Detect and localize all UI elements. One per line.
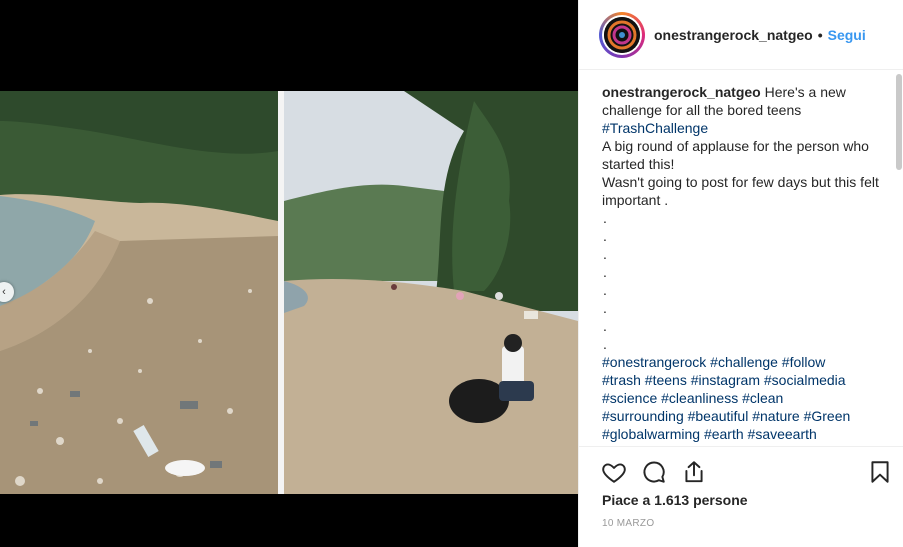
caption-dot: . xyxy=(603,264,607,280)
post-header: onestrangerock_natgeo • Segui xyxy=(579,0,903,70)
caption-line-3: Wasn't going to post for few days but th… xyxy=(602,174,879,208)
header-username[interactable]: onestrangerock_natgeo xyxy=(654,27,813,43)
header-separator: • xyxy=(817,26,823,43)
caption-dot: . xyxy=(603,228,607,244)
hashtags-line-1[interactable]: #onestrangerock #challenge #follow xyxy=(602,353,892,371)
caption-dot: . xyxy=(603,210,607,226)
caption-intro: onestrangerock_natgeo Here's a new chall… xyxy=(602,83,892,119)
hashtags-line-5[interactable]: #globalwarming #earth #saveearth xyxy=(602,425,892,443)
hashtags-line-2[interactable]: #trash #teens #instagram #socialmedia xyxy=(602,371,892,389)
caption-line-2: A big round of applause for the person w… xyxy=(602,138,869,172)
post-media[interactable]: ‹ xyxy=(0,0,578,547)
beach-before-photo xyxy=(0,91,278,494)
avatar[interactable] xyxy=(599,11,645,58)
post-caption: onestrangerock_natgeo Here's a new chall… xyxy=(602,83,892,443)
post-date[interactable]: 10 MARZO xyxy=(602,518,654,529)
follow-button[interactable]: Segui xyxy=(828,27,866,43)
caption-username[interactable]: onestrangerock_natgeo xyxy=(602,84,761,100)
caption-dot: . xyxy=(603,246,607,262)
share-icon[interactable] xyxy=(681,459,707,485)
hashtags-line-3[interactable]: #science #cleanliness #clean xyxy=(602,389,892,407)
caption-dot: . xyxy=(603,300,607,316)
beach-after-photo xyxy=(284,91,578,494)
post-sidebar: onestrangerock_natgeo • Segui onestrange… xyxy=(578,0,903,547)
bookmark-icon[interactable] xyxy=(867,459,893,485)
caption-dot: . xyxy=(603,282,607,298)
likes-count[interactable]: Piace a 1.613 persone xyxy=(602,492,748,508)
avatar-image xyxy=(604,16,640,53)
heart-icon[interactable] xyxy=(601,459,627,485)
comment-icon[interactable] xyxy=(641,459,667,485)
caption-dot: . xyxy=(603,336,607,352)
post-actions: Piace a 1.613 persone 10 MARZO xyxy=(579,446,903,546)
caption-dot: . xyxy=(603,318,607,334)
comments-scrollbar[interactable] xyxy=(896,74,902,170)
hashtags-line-4[interactable]: #surrounding #beautiful #nature #Green xyxy=(602,407,892,425)
hashtag-trashchallenge[interactable]: #TrashChallenge xyxy=(602,119,892,137)
